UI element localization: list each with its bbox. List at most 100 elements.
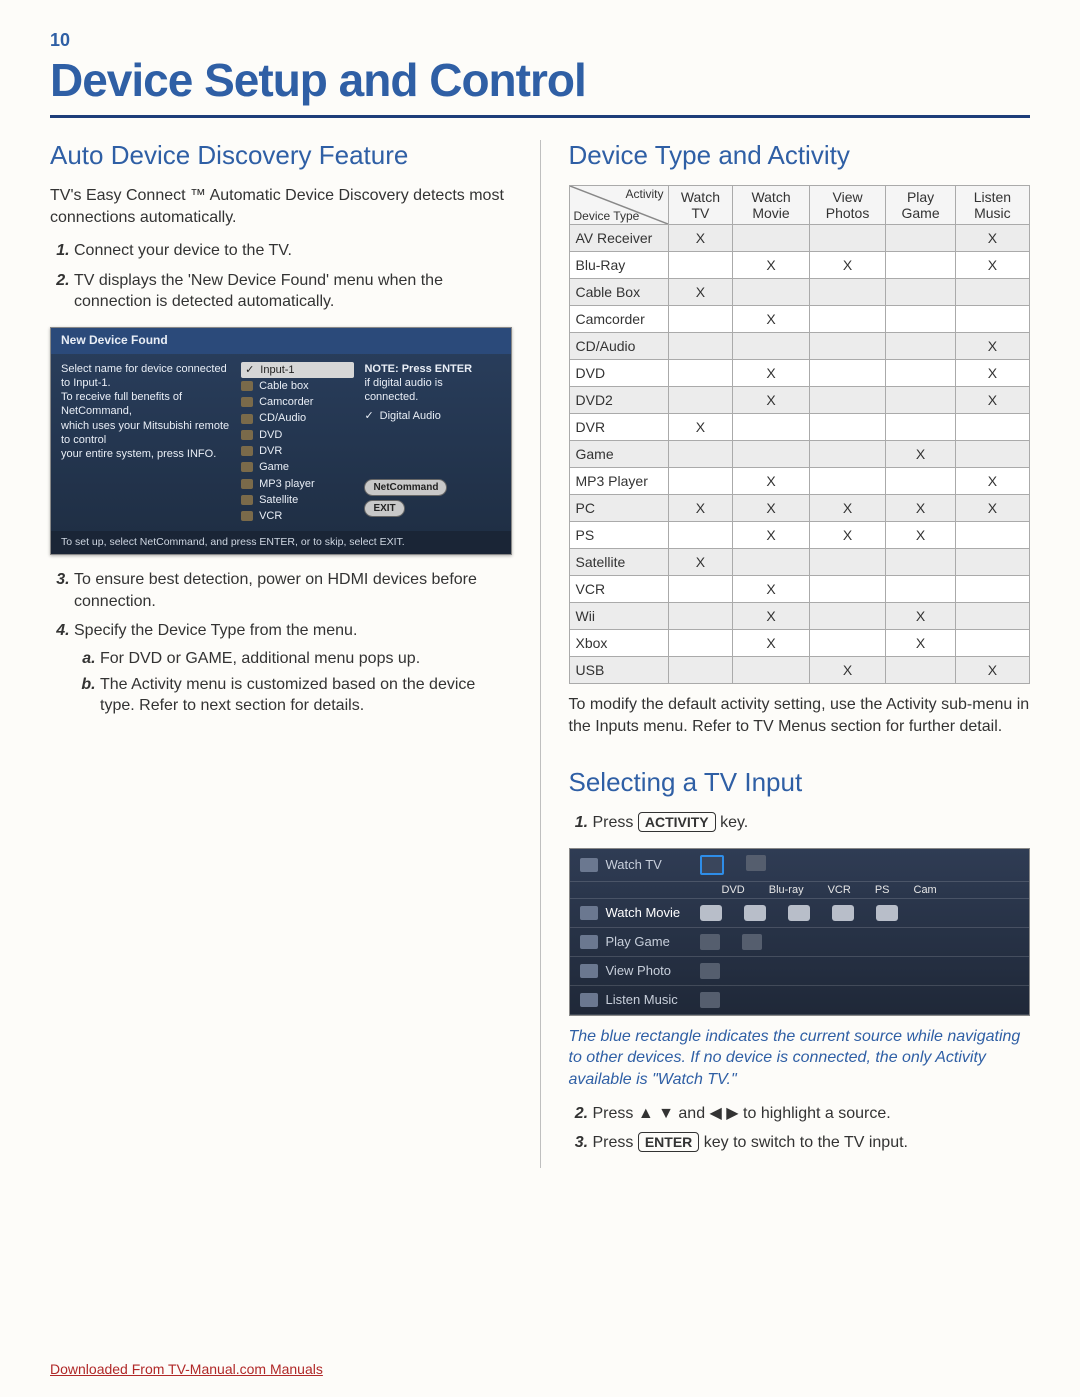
- device-option[interactable]: CD/Audio: [241, 410, 354, 426]
- section-selecting-input: Selecting a TV Input: [569, 767, 1031, 798]
- device-option[interactable]: MP3 player: [241, 476, 354, 492]
- bluray-icon[interactable]: [744, 905, 766, 921]
- select-steps-bottom: Press ▲ ▼ and ◀ ▶ to highlight a source.…: [569, 1103, 1031, 1154]
- row-label: AV Receiver: [569, 225, 668, 252]
- device-option[interactable]: Game: [241, 459, 354, 475]
- table-cell: X: [733, 252, 809, 279]
- row-label: DVD2: [569, 387, 668, 414]
- source-cell[interactable]: [700, 963, 720, 979]
- activity-row-selected[interactable]: Watch Movie: [570, 899, 1030, 928]
- table-cell: X: [955, 225, 1029, 252]
- col-header: Play Game: [886, 186, 955, 225]
- table-cell: X: [668, 549, 733, 576]
- left-column: Auto Device Discovery Feature TV's Easy …: [50, 140, 512, 1168]
- cam-icon[interactable]: [876, 905, 898, 921]
- row-label: Wii: [569, 603, 668, 630]
- col-header: Watch TV: [668, 186, 733, 225]
- dvd-icon: [241, 430, 253, 440]
- table-cell: X: [668, 414, 733, 441]
- source-cell[interactable]: [700, 934, 720, 950]
- movie-icon: [580, 906, 598, 920]
- table-row: Cable BoxX: [569, 279, 1030, 306]
- section-device-type: Device Type and Activity: [569, 140, 1031, 171]
- row-label: Satellite: [569, 549, 668, 576]
- table-cell: X: [809, 252, 886, 279]
- device-option[interactable]: DVD: [241, 427, 354, 443]
- right-column: Device Type and Activity Activity Device…: [569, 140, 1031, 1168]
- table-cell: [733, 441, 809, 468]
- table-cell: [733, 657, 809, 684]
- table-corner: Activity Device Type: [569, 186, 668, 225]
- table-cell: X: [886, 495, 955, 522]
- table-cell: [886, 468, 955, 495]
- vcr-icon: [241, 511, 253, 521]
- table-cell: X: [886, 603, 955, 630]
- source-cell[interactable]: [700, 992, 720, 1008]
- device-option[interactable]: DVR: [241, 443, 354, 459]
- table-cell: X: [886, 522, 955, 549]
- column-separator: [540, 140, 541, 1168]
- table-row: MP3 PlayerXX: [569, 468, 1030, 495]
- table-cell: [733, 225, 809, 252]
- digital-audio-checkbox[interactable]: ✓Digital Audio: [364, 408, 500, 424]
- table-cell: [668, 360, 733, 387]
- table-cell: X: [955, 495, 1029, 522]
- footer-link[interactable]: Downloaded From TV-Manual.com Manuals: [50, 1361, 323, 1377]
- table-cell: [809, 387, 886, 414]
- source-cell[interactable]: [700, 855, 724, 875]
- exit-button[interactable]: EXIT: [364, 500, 404, 517]
- source-cell[interactable]: [746, 855, 766, 871]
- satellite-icon: [241, 495, 253, 505]
- select-step-1: Press ACTIVITY key.: [593, 812, 1031, 834]
- col-header: Watch Movie: [733, 186, 809, 225]
- table-cell: [809, 630, 886, 657]
- new-device-dialog: New Device Found Select name for device …: [50, 327, 512, 555]
- activity-row[interactable]: View Photo: [570, 957, 1030, 986]
- device-option-selected[interactable]: ✓Input-1: [241, 362, 354, 378]
- table-cell: [886, 306, 955, 333]
- page-title: Device Setup and Control: [50, 53, 1030, 107]
- table-cell: [809, 279, 886, 306]
- table-cell: X: [733, 630, 809, 657]
- table-row: CamcorderX: [569, 306, 1030, 333]
- source-cell[interactable]: [742, 934, 762, 950]
- table-row: Xbox X X: [569, 630, 1030, 657]
- table-cell: [955, 630, 1029, 657]
- activity-row[interactable]: Listen Music: [570, 986, 1030, 1015]
- vcr-icon[interactable]: [788, 905, 810, 921]
- step-1: Connect your device to the TV.: [74, 240, 512, 262]
- title-rule: [50, 115, 1030, 118]
- table-cell: [809, 333, 886, 360]
- table-cell: X: [809, 495, 886, 522]
- row-label: PC: [569, 495, 668, 522]
- table-cell: X: [668, 279, 733, 306]
- table-row: USBXX: [569, 657, 1030, 684]
- col-header: Listen Music: [955, 186, 1029, 225]
- select-steps-top: Press ACTIVITY key.: [569, 812, 1031, 834]
- row-label: Xbox: [569, 630, 668, 657]
- device-option[interactable]: Cable box: [241, 378, 354, 394]
- table-row: DVRX: [569, 414, 1030, 441]
- cd-icon: [241, 414, 253, 424]
- table-cell: [809, 306, 886, 333]
- device-option[interactable]: Satellite: [241, 492, 354, 508]
- blue-note: The blue rectangle indicates the current…: [569, 1026, 1031, 1091]
- table-cell: [668, 333, 733, 360]
- device-option[interactable]: VCR: [241, 508, 354, 524]
- table-cell: X: [733, 576, 809, 603]
- table-cell: [668, 657, 733, 684]
- camcorder-icon: [241, 397, 253, 407]
- ps-icon[interactable]: [832, 905, 854, 921]
- table-row: DVDXX: [569, 360, 1030, 387]
- activity-row[interactable]: Play Game: [570, 928, 1030, 957]
- table-cell: X: [886, 630, 955, 657]
- dvd-icon[interactable]: [700, 905, 722, 921]
- netcommand-button[interactable]: NetCommand: [364, 479, 447, 496]
- device-option[interactable]: Camcorder: [241, 394, 354, 410]
- table-row: AV ReceiverXX: [569, 225, 1030, 252]
- activity-row[interactable]: Watch TV: [570, 849, 1030, 882]
- table-cell: [886, 252, 955, 279]
- row-label: Blu-Ray: [569, 252, 668, 279]
- table-cell: X: [955, 387, 1029, 414]
- row-label: Cable Box: [569, 279, 668, 306]
